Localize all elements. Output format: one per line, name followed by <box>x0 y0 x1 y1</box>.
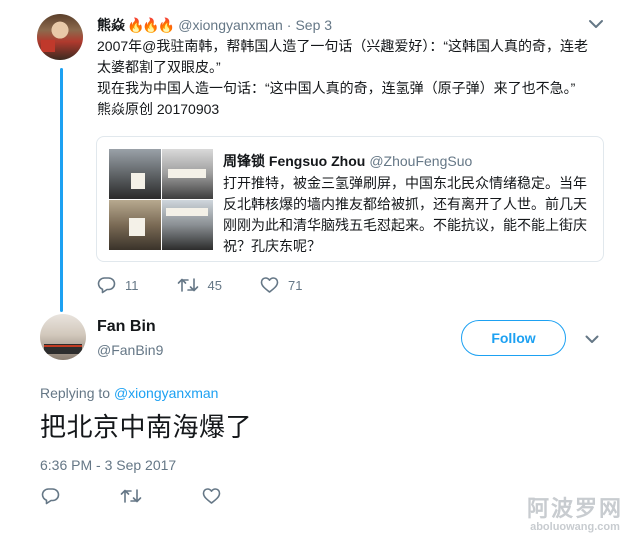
retweet-icon <box>177 278 198 292</box>
quoted-tweet-line: 祝？孔庆东呢？ <box>223 238 321 254</box>
top-tweet-line: 熊焱原创 20170903 <box>97 101 220 117</box>
quoted-author-handle: @ZhouFengSuo <box>369 153 473 169</box>
main-author-name[interactable]: Fan Bin <box>97 318 156 336</box>
reply-icon <box>97 277 116 294</box>
like-icon <box>202 488 221 504</box>
reply-icon <box>41 488 60 505</box>
header-separator: · <box>286 17 292 33</box>
chevron-down-icon[interactable] <box>583 330 601 348</box>
top-tweet-date[interactable]: Sep 3 <box>295 17 332 33</box>
main-tweet-actions <box>41 487 281 505</box>
top-tweet-actions: 11 45 71 <box>97 276 340 294</box>
watermark-cn: 阿波罗网 <box>526 496 623 521</box>
quoted-photo[interactable] <box>109 200 161 250</box>
main-tweet-timestamp[interactable]: 6:36 PM - 3 Sep 2017 <box>40 457 176 473</box>
top-author-name[interactable]: 熊焱 <box>97 15 125 35</box>
like-icon <box>260 277 279 293</box>
watermark-url: aboluowang.com <box>530 521 620 533</box>
retweet-button[interactable]: 45 <box>177 276 222 294</box>
main-author-handle[interactable]: @FanBin9 <box>97 342 163 358</box>
replying-to-line: Replying to @xiongyanxman <box>40 385 218 401</box>
flame-emojis: 🔥🔥🔥 <box>127 16 175 33</box>
quoted-tweet-card[interactable]: 周锋锁 Fengsuo Zhou @ZhouFengSuo 打开推特，被金三氢弹刷… <box>96 136 604 262</box>
replying-to-label: Replying to <box>40 385 111 401</box>
retweet-count: 45 <box>207 277 222 293</box>
top-tweet-line: 2007年@我驻南韩，帮韩国人造了一句话（兴趣爱好）：“这韩国人真的奇，连老 <box>97 38 589 54</box>
thread-connector-line <box>60 68 63 312</box>
quoted-tweet-text: 打开推特，被金三氢弹刷屏，中国东北民众情绪稳定。当年 反北韩核爆的墙内推友都给被… <box>223 173 595 257</box>
site-watermark: 阿波罗网 aboluowang.com <box>514 496 636 534</box>
reply-button[interactable]: 11 <box>97 276 139 294</box>
avatar-fanbin[interactable] <box>40 314 86 360</box>
quoted-tweet-header: 周锋锁 Fengsuo Zhou @ZhouFengSuo <box>223 151 472 171</box>
reply-button[interactable] <box>41 487 60 505</box>
quoted-photo[interactable] <box>162 149 213 199</box>
quoted-author-name: 周锋锁 Fengsuo Zhou <box>223 153 366 169</box>
like-button[interactable]: 71 <box>260 276 302 294</box>
top-tweet-line: 现在我为中国人造一句话：“这中国人真的奇，连氢弹（原子弹）来了也不急。” <box>97 80 576 96</box>
avatar-xiongyan[interactable] <box>37 14 83 60</box>
chevron-down-icon[interactable] <box>586 14 606 34</box>
quoted-tweet-line: 反北韩核爆的墙内推友都给被抓，还有离开了人世。前几天 <box>223 196 587 212</box>
quoted-tweet-line: 刚刚为此和清华脑残五毛怼起来。不能抗议，能不能上街庆 <box>223 217 587 233</box>
retweet-button[interactable] <box>120 487 142 505</box>
main-tweet-text: 把北京中南海爆了 <box>40 412 253 442</box>
top-tweet-text: 2007年@我驻南韩，帮韩国人造了一句话（兴趣爱好）：“这韩国人真的奇，连老 太… <box>97 36 607 120</box>
reply-count: 11 <box>125 277 139 293</box>
quoted-tweet-line: 打开推特，被金三氢弹刷屏，中国东北民众情绪稳定。当年 <box>223 175 587 191</box>
top-tweet-line: 太婆都割了双眼皮。” <box>97 59 221 75</box>
quoted-photo[interactable] <box>162 200 213 250</box>
top-tweet-header: 熊焱 🔥🔥🔥 @xiongyanxman · Sep 3 <box>97 15 332 35</box>
quoted-tweet-media[interactable] <box>109 149 213 250</box>
replying-to-handle-link[interactable]: @xiongyanxman <box>114 385 219 401</box>
like-count: 71 <box>287 277 303 293</box>
retweet-icon <box>120 489 142 503</box>
follow-button[interactable]: Follow <box>461 320 566 356</box>
top-author-handle[interactable]: @xiongyanxman <box>178 17 283 33</box>
like-button[interactable] <box>202 487 221 505</box>
quoted-photo[interactable] <box>109 149 161 199</box>
